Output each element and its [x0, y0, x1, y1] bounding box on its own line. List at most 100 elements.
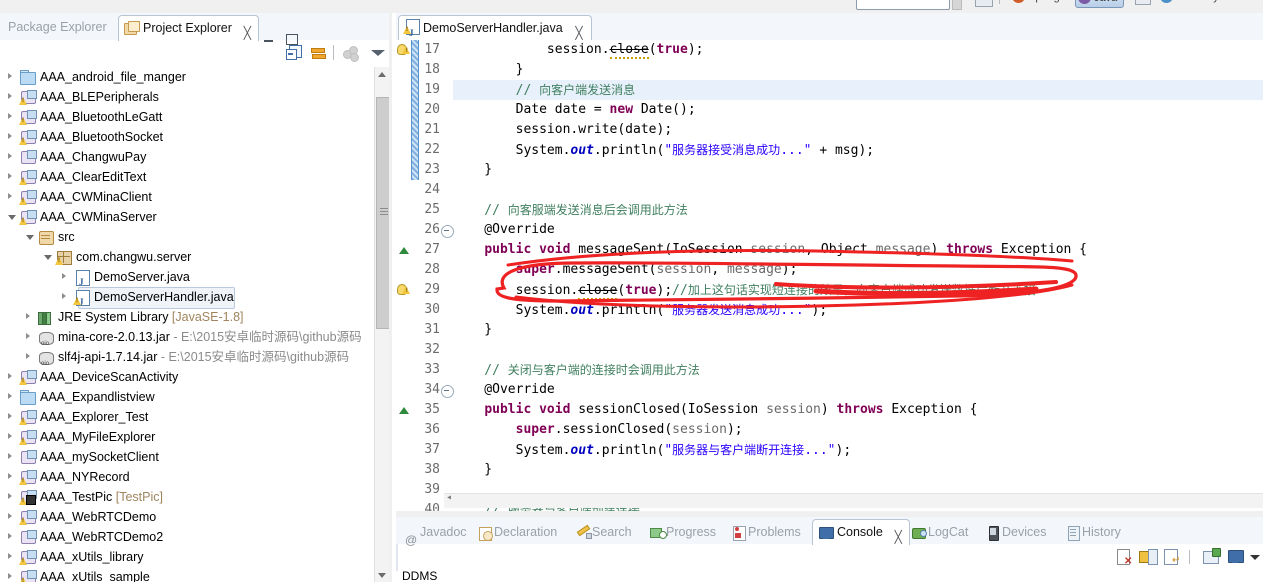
- expand-arrow-icon[interactable]: [8, 113, 12, 119]
- editor-horizontal-scrollbar[interactable]: [444, 492, 1263, 508]
- tree-item[interactable]: AAA_DeviceScanActivity: [0, 367, 374, 387]
- expand-arrow-icon[interactable]: [8, 413, 12, 419]
- console-output-area[interactable]: DDMS: [396, 571, 1263, 582]
- perspective-java[interactable]: Java: [1075, 0, 1125, 8]
- expand-arrow-icon[interactable]: [26, 353, 30, 359]
- expand-arrow-icon[interactable]: [8, 193, 12, 199]
- expand-arrow-icon[interactable]: [8, 373, 12, 379]
- expand-arrow-icon[interactable]: [26, 235, 34, 240]
- tree-item[interactable]: AAA_xUtils_sample: [0, 567, 374, 582]
- tab-javadoc[interactable]: @ Javadoc: [400, 520, 467, 547]
- expand-arrow-icon[interactable]: [8, 453, 12, 459]
- tree-item[interactable]: AAA_mySocketClient: [0, 447, 374, 467]
- tree-item[interactable]: J DemoServerHandler.java: [0, 287, 374, 309]
- tree-item[interactable]: com.changwu.server: [0, 247, 374, 267]
- code-line[interactable]: Date date = new Date();: [453, 100, 1263, 120]
- expand-arrow-icon[interactable]: [44, 255, 52, 260]
- tab-logcat[interactable]: LogCat: [908, 520, 968, 544]
- expand-arrow-icon[interactable]: [8, 553, 12, 559]
- perspective-extra-icon[interactable]: [1135, 0, 1151, 5]
- tab-console[interactable]: Console ╳: [812, 519, 910, 545]
- tab-project-explorer[interactable]: Project Explorer ╳: [118, 15, 259, 41]
- scroll-down-icon[interactable]: [375, 568, 389, 582]
- code-line[interactable]: System.out.println("服务器发送消息成功...");: [453, 300, 1263, 320]
- expand-arrow-icon[interactable]: [8, 173, 12, 179]
- collapse-all-icon[interactable]: [285, 44, 303, 62]
- tab-search[interactable]: Search: [572, 520, 632, 544]
- display-selected-console-icon[interactable]: [1227, 548, 1245, 566]
- expand-arrow-icon[interactable]: [8, 215, 16, 220]
- tab-declaration[interactable]: Declaration: [474, 520, 557, 544]
- code-line[interactable]: public void sessionClosed(IoSession sess…: [453, 400, 1263, 420]
- code-line[interactable]: // 向客户端发送消息: [453, 80, 1263, 100]
- tree-item[interactable]: JRE System Library [JavaSE-1.8]: [0, 307, 374, 327]
- show-console-on-output-icon[interactable]: ↵: [1163, 548, 1181, 566]
- pin-console-icon[interactable]: [1203, 548, 1221, 566]
- code-line[interactable]: @Override: [453, 380, 1263, 400]
- expand-arrow-icon[interactable]: [26, 333, 30, 339]
- panel-splitter[interactable]: [389, 13, 392, 582]
- code-line[interactable]: @Override: [453, 220, 1263, 240]
- code-viewport[interactable]: 17 18 19 20 21 22 23 24 25 26 27 28 29 30 31 32 33 34 35 36…: [396, 40, 1263, 511]
- link-with-editor-icon[interactable]: [309, 44, 327, 62]
- expand-arrow-icon[interactable]: [8, 73, 12, 79]
- perspective-team-sync[interactable]: Team Synchronizing: [1158, 0, 1263, 6]
- expand-arrow-icon[interactable]: [26, 313, 30, 319]
- expand-arrow-icon[interactable]: [8, 473, 12, 479]
- tree-item[interactable]: AAA_ClearEditText: [0, 167, 374, 187]
- expand-arrow-icon[interactable]: [62, 273, 66, 279]
- focus-on-active-task-icon[interactable]: [342, 44, 360, 62]
- code-line[interactable]: session.close(true);//加上这句话实现短连接的效果，向客户端…: [453, 280, 1263, 300]
- toolbar-overflow-scroll[interactable]: [952, 0, 962, 10]
- open-console-dropdown-icon[interactable]: [1247, 548, 1263, 566]
- expand-arrow-icon[interactable]: [62, 293, 66, 299]
- perspective-spring[interactable]: Spring: [1010, 0, 1060, 6]
- scroll-lock-icon[interactable]: [1139, 548, 1158, 566]
- code-line[interactable]: [453, 340, 1263, 360]
- code-line[interactable]: System.out.println("服务器接受消息成功..." + msg)…: [453, 140, 1263, 160]
- warning-marker-icon[interactable]: [397, 43, 411, 56]
- tree-item[interactable]: AAA_WebRTCDemo2: [0, 527, 374, 547]
- tree-item[interactable]: J DemoServer.java: [0, 267, 374, 287]
- code-line[interactable]: super.sessionClosed(session);: [453, 420, 1263, 440]
- tree-item[interactable]: AAA_BluetoothSocket: [0, 127, 374, 147]
- close-icon[interactable]: ╳: [895, 525, 902, 550]
- scroll-up-icon[interactable]: [375, 67, 389, 81]
- tree-item[interactable]: AAA_BluetoothLeGatt: [0, 107, 374, 127]
- warning-marker-icon[interactable]: [397, 283, 411, 296]
- scrollbar-thumb[interactable]: [376, 97, 390, 329]
- code-line[interactable]: // 关闭与客户端的连接时会调用此方法: [453, 360, 1263, 380]
- code-line[interactable]: }: [453, 320, 1263, 340]
- expand-arrow-icon[interactable]: [8, 533, 12, 539]
- expand-arrow-icon[interactable]: [8, 93, 12, 99]
- code-line[interactable]: }: [453, 460, 1263, 480]
- expand-arrow-icon[interactable]: [8, 133, 12, 139]
- tab-demoserverhandler-java[interactable]: J DemoServerHandler.java ╳: [398, 15, 592, 41]
- open-perspective-icon[interactable]: [975, 0, 993, 7]
- tree-item[interactable]: AAA_CWMinaClient: [0, 187, 374, 207]
- editor-gutter[interactable]: 17 18 19 20 21 22 23 24 25 26 27 28 29 30 31 32 33 34 35 36…: [396, 40, 454, 511]
- code-line[interactable]: [453, 180, 1263, 200]
- tree-item[interactable]: AAA_NYRecord: [0, 467, 374, 487]
- tree-item[interactable]: AAA_CWMinaServer: [0, 207, 374, 227]
- tab-devices[interactable]: Devices: [982, 520, 1046, 544]
- tree-item[interactable]: oio mina-core-2.0.13.jar - E:\2015安卓临时源码\…: [0, 327, 374, 347]
- tree-item[interactable]: AAA_WebRTCDemo: [0, 507, 374, 527]
- expand-arrow-icon[interactable]: [8, 513, 12, 519]
- tab-package-explorer[interactable]: Package Explorer: [2, 15, 113, 40]
- code-line[interactable]: session.write(date);: [453, 120, 1263, 140]
- code-line[interactable]: }: [453, 160, 1263, 180]
- expand-arrow-icon[interactable]: [8, 153, 12, 159]
- code-line[interactable]: session.close(true);: [453, 40, 1263, 60]
- code-line[interactable]: }: [453, 60, 1263, 80]
- expand-arrow-icon[interactable]: [8, 493, 12, 499]
- expand-arrow-icon[interactable]: [8, 573, 12, 579]
- tab-problems[interactable]: Problems: [728, 520, 801, 544]
- project-tree[interactable]: AAA_android_file_manger AAA_BLEPeripheral…: [0, 67, 374, 582]
- tree-item[interactable]: AAA_xUtils_library: [0, 547, 374, 567]
- search-input[interactable]: [856, 0, 950, 10]
- code-line[interactable]: // 向客服端发送消息后会调用此方法: [453, 200, 1263, 220]
- tree-item[interactable]: AAA_Explorer_Test: [0, 407, 374, 427]
- project-tree-scrollbar[interactable]: [374, 67, 390, 582]
- code-line[interactable]: public void messageSent(IoSession sessio…: [453, 240, 1263, 260]
